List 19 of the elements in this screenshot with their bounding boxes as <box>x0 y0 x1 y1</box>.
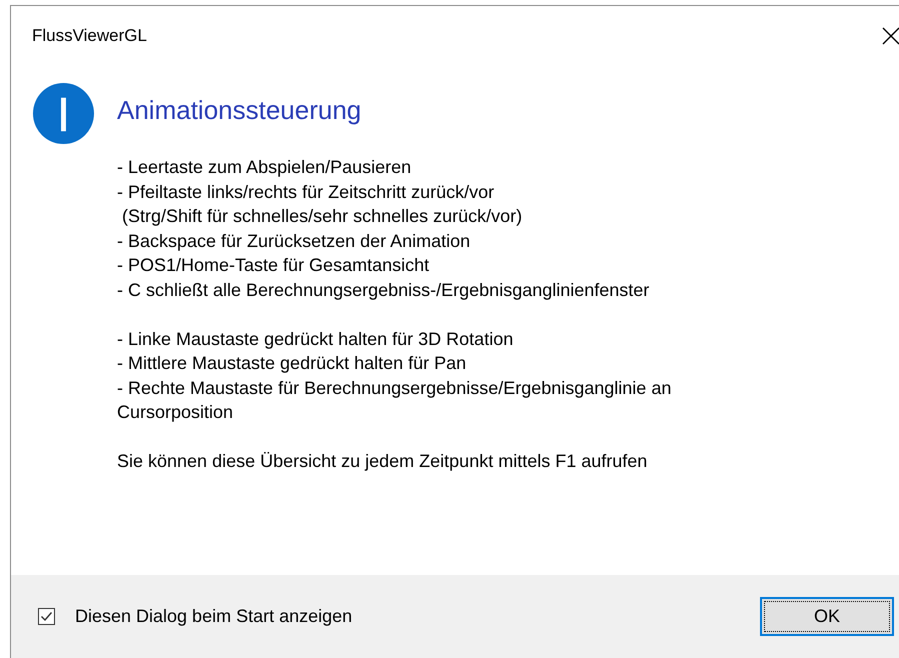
window-title: FlussViewerGL <box>32 25 147 48</box>
close-icon <box>881 26 899 46</box>
help-text-line: - Backspace für Zurücksetzen der Animation <box>117 230 472 253</box>
ok-button[interactable]: OK <box>760 597 894 636</box>
help-text-line: Sie können diese Übersicht zu jedem Zeitpunkt mittels F1 aufrufen <box>117 450 648 473</box>
help-text-line: Cursorposition <box>117 401 234 424</box>
info-icon <box>32 82 95 145</box>
help-text-line: - POS1/Home-Taste für Gesamtansicht <box>117 254 430 278</box>
help-text-line: - Leertaste zum Abspielen/Pausieren <box>117 156 412 179</box>
help-text-line: - Linke Maustaste gedrückt halten für 3D Rotation <box>117 328 514 351</box>
help-text-line: - Pfeiltaste links/rechts für Zeitschritt zurück/vor <box>117 180 496 204</box>
show-on-start-checkbox[interactable]: Diesen Dialog beim Start anzeigen <box>38 603 352 630</box>
help-text-line: - Rechte Maustaste für Berechnungsergebnisse/Ergebnisganglinie an <box>117 376 672 400</box>
help-text-line: - C schließt alle Berechnungsergebniss-/Ergebnisganglinienfenster <box>117 278 650 302</box>
checkbox-box[interactable] <box>38 608 55 625</box>
help-text-line: (Strg/Shift für schnelles/sehr schnelles zurück/vor) <box>121 205 524 228</box>
help-text-line: - Mittlere Maustaste gedrückt halten für Pan <box>117 352 468 376</box>
checkmark-icon <box>40 610 53 623</box>
dialog-heading: Animationssteuerung <box>117 94 362 127</box>
